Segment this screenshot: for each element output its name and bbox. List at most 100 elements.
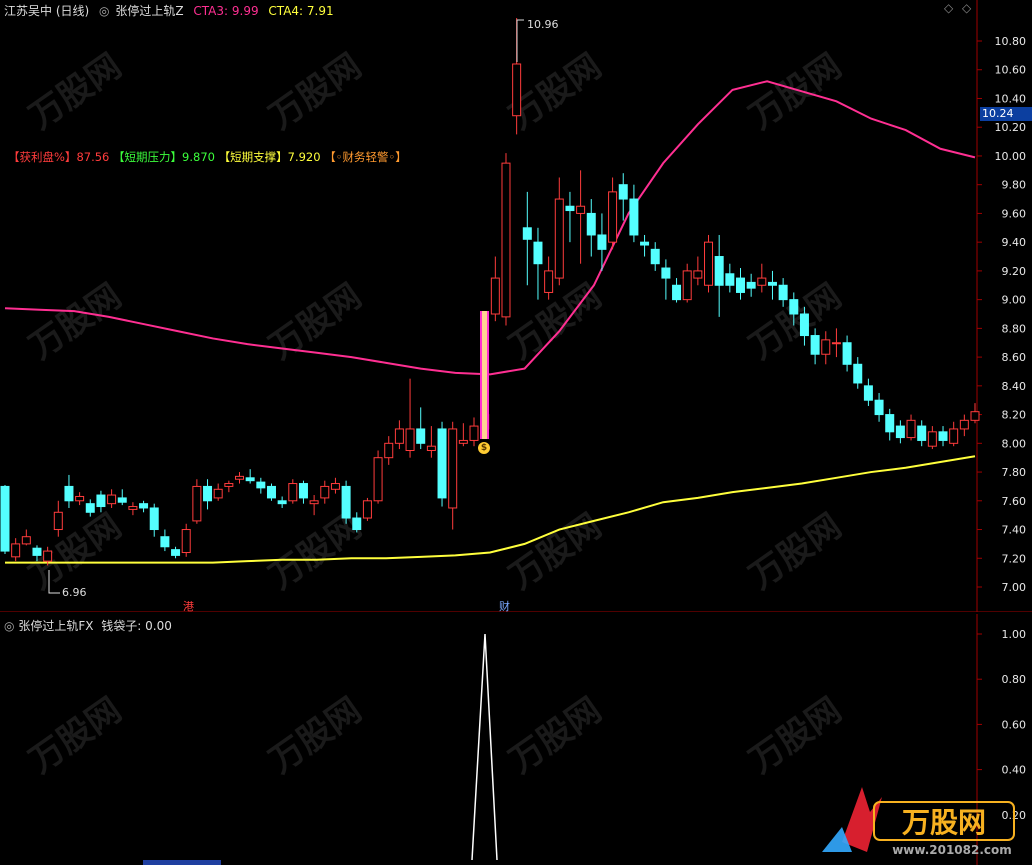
candle-body [618, 184, 628, 200]
price-tick-label: 9.40 [1002, 236, 1027, 249]
price-tick-label: 7.00 [1002, 581, 1027, 594]
candle-body [682, 270, 692, 301]
candle-body [725, 273, 735, 286]
stock-title: 江苏吴中 (日线) [4, 4, 90, 18]
candle-body [522, 227, 532, 240]
candle-body [821, 339, 831, 355]
signal-spike-line [471, 633, 498, 861]
indicator-name[interactable]: 张停过上轨Z [115, 4, 183, 18]
candle-body [789, 299, 799, 315]
signal-coin-icon[interactable]: $ [478, 442, 490, 454]
candle-body [266, 485, 276, 499]
candle-body [277, 500, 287, 505]
marker-cai[interactable]: 财 [499, 598, 510, 614]
logo-graphic: 万股网 www.201082.com [822, 787, 1015, 857]
candle-body [224, 483, 234, 487]
sub-header: ◎ 张停过上轨FX 钱袋子: 0.00 [4, 617, 172, 634]
candle-body [117, 497, 127, 503]
candle-body [906, 419, 916, 439]
candle-body [192, 485, 202, 522]
sub-tick-label: 0.80 [1002, 673, 1027, 686]
marker-gang[interactable]: 港 [183, 598, 194, 614]
candle-body [288, 483, 298, 502]
candle-body [245, 477, 255, 482]
candle-body [533, 241, 543, 265]
price-tick-label: 8.40 [1002, 380, 1027, 393]
watermark-text: 万股网 [262, 276, 368, 367]
pressure-label: 【短期压力】 [113, 150, 183, 164]
candle-body [597, 234, 607, 250]
candle-body [256, 481, 266, 489]
price-tick-label: 8.20 [1002, 409, 1027, 422]
watermark-text: 万股网 [742, 506, 848, 597]
pressure-value: 9.870 [182, 150, 215, 164]
candle-body [938, 431, 948, 441]
candle-body [394, 428, 404, 444]
price-tick-label: 7.60 [1002, 495, 1027, 508]
candle-body [405, 428, 415, 451]
price-tick-label: 7.80 [1002, 466, 1027, 479]
high-leader-line [516, 19, 524, 62]
price-tick-label: 9.00 [1002, 294, 1027, 307]
candle-body [672, 284, 682, 301]
collapse-icon[interactable]: ◇ [944, 1, 953, 15]
candle-body [341, 485, 351, 519]
candle-body [330, 483, 340, 490]
candle-body [640, 241, 650, 246]
svg-text:万股网: 万股网 [902, 806, 986, 839]
price-tick-label: 10.80 [995, 35, 1027, 48]
candle-body [235, 475, 245, 480]
watermark-text: 万股网 [22, 46, 128, 137]
candle-body [384, 442, 394, 459]
price-tick-label: 10.20 [995, 121, 1027, 134]
support-value: 7.920 [287, 150, 321, 164]
watermark-text: 万股网 [262, 690, 368, 781]
candle-body [544, 270, 554, 293]
price-tick-label: 7.40 [1002, 524, 1027, 537]
sub-tick-label: 0.60 [1002, 718, 1027, 731]
sub-settings-icon[interactable]: ◎ [4, 619, 14, 633]
candle-body [107, 494, 117, 505]
candle-body [661, 267, 671, 279]
candle-body [21, 536, 31, 545]
candle-body [650, 248, 660, 265]
candle-body [416, 428, 426, 444]
candle-body [863, 385, 873, 401]
candle-body [96, 494, 106, 508]
candle-body [171, 549, 181, 556]
high-value: 10.96 [527, 18, 559, 31]
watermark-text: 万股网 [502, 690, 608, 781]
candle-body [490, 277, 500, 315]
candle-body [799, 313, 809, 337]
low-value: 6.96 [62, 586, 87, 599]
candle-body [11, 543, 21, 558]
main-chart-panel[interactable]: 万股网 万股网 万股网 万股网 万股网 万股网 万股网 万股网 万股网 万股网 万股网 万股网 10.… [0, 0, 1032, 614]
candle-body [949, 428, 959, 444]
expand-icon[interactable]: ◇ [962, 1, 971, 15]
date-scroll-indicator[interactable] [143, 860, 221, 865]
candle-body [970, 411, 980, 421]
price-tick-label: 10.00 [995, 150, 1027, 163]
price-tick-label: 8.80 [1002, 322, 1027, 335]
candle-body [778, 284, 788, 301]
low-annotation: 6.96 [62, 586, 87, 599]
watermark-text: 万股网 [22, 690, 128, 781]
candle-body [0, 485, 10, 552]
info-line: 【获利盘%】87.56 【短期压力】9.870 【短期支撑】7.920 【◦财务… [8, 149, 407, 165]
candle-body [554, 198, 564, 279]
profit-value: 87.56 [76, 150, 110, 164]
cta4-value: CTA4: 7.91 [268, 4, 334, 18]
price-tick-label: 7.20 [1002, 552, 1027, 565]
cta3-line [4, 80, 976, 376]
candle-body [501, 162, 511, 318]
candlestick-chart[interactable]: 万股网 万股网 万股网 万股网万股网 万股网 万股网 万股网万股网 万股网 万股网 万股网 10.… [0, 0, 1032, 612]
candle-body [735, 277, 745, 293]
sub-indicator-name[interactable]: 张停过上轨FX [18, 619, 93, 633]
watermark-text: 万股网 [502, 276, 608, 367]
candle-body [693, 270, 703, 279]
candle-body [853, 363, 863, 384]
candle-body [746, 281, 756, 289]
candle-body [298, 483, 308, 499]
sub-tick-label: 1.00 [1002, 628, 1027, 641]
settings-icon[interactable]: ◎ [99, 4, 109, 18]
